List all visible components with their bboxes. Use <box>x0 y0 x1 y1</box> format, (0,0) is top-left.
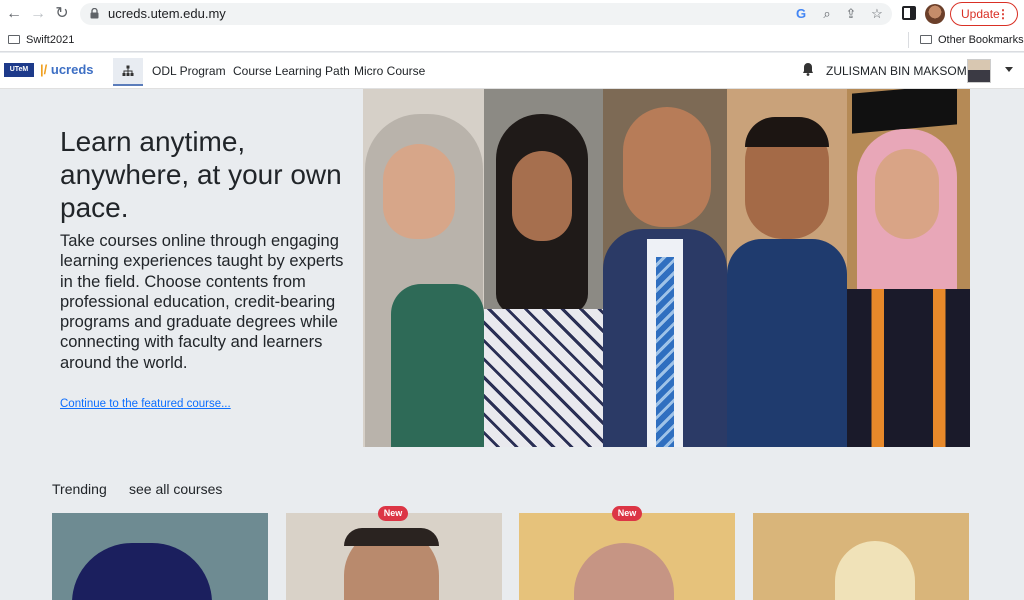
bookmark-folder-swift[interactable]: Swift2021 <box>8 32 74 48</box>
nav-course-learning-path[interactable]: Course Learning Path <box>233 64 350 78</box>
bookmark-star-icon[interactable]: ☆ <box>868 5 886 23</box>
bookmark-label: Swift2021 <box>26 34 75 46</box>
hero-title: Learn anytime, anywhere, at your own pac… <box>60 126 342 223</box>
nav-odl-program[interactable]: ODL Program <box>152 64 226 78</box>
bookmark-label: Other Bookmarks <box>938 34 1024 46</box>
share-icon[interactable]: ⇪ <box>842 5 860 23</box>
featured-course-link[interactable]: Continue to the featured course... <box>60 398 231 410</box>
update-label: Update <box>961 7 1000 21</box>
hero-description: Take courses online through engaging lea… <box>60 232 344 372</box>
google-icon[interactable]: G <box>792 5 810 23</box>
site-header: UTeM |/ ucreds ODL Program Course Learni… <box>0 53 1024 89</box>
lock-icon <box>90 8 99 19</box>
new-badge: New <box>612 506 642 521</box>
hero-photo-2 <box>484 89 603 447</box>
hero-photo-4 <box>727 89 847 447</box>
address-bar[interactable]: ucreds.utem.edu.my G ⌕ ⇪ ☆ <box>80 3 892 25</box>
hero-photo-1 <box>363 89 484 447</box>
url-text[interactable]: ucreds.utem.edu.my <box>108 6 226 21</box>
course-card[interactable] <box>52 513 268 600</box>
nav-micro-course[interactable]: Micro Course <box>354 64 425 78</box>
hero-photo-3 <box>603 89 727 447</box>
org-chart-icon[interactable] <box>113 58 143 86</box>
hero-photo-5 <box>847 89 970 447</box>
more-menu-icon: ⋮ <box>997 7 1009 21</box>
bell-icon[interactable] <box>802 62 814 76</box>
course-card[interactable] <box>519 513 735 600</box>
ucreds-logo-text: ucreds <box>50 62 94 77</box>
folder-icon <box>8 35 20 44</box>
trending-heading: Trending <box>52 481 107 497</box>
user-menu-chevron-down-icon[interactable] <box>1005 67 1013 72</box>
bookmark-folder-other[interactable]: Other Bookmarks <box>920 32 1024 48</box>
update-button[interactable]: Update ⋮ <box>950 2 1018 26</box>
folder-icon <box>920 35 932 44</box>
user-name[interactable]: ZULISMAN BIN MAKSOM - <box>826 64 974 78</box>
course-card[interactable] <box>753 513 969 600</box>
bookmarks-bar: Swift2021 Other Bookmarks <box>0 28 1024 52</box>
utem-logo[interactable]: UTeM <box>4 63 34 77</box>
side-panel-icon[interactable] <box>902 6 916 20</box>
hero-photo-collage <box>363 89 970 447</box>
reload-icon[interactable]: ↻ <box>52 4 72 24</box>
browser-profile-avatar[interactable] <box>925 4 945 24</box>
user-avatar[interactable] <box>967 59 991 83</box>
browser-toolbar: ← → ↻ ucreds.utem.edu.my G ⌕ ⇪ ☆ Update … <box>0 0 1024 28</box>
ucreds-logo[interactable]: |/ ucreds <box>40 62 94 77</box>
zoom-icon[interactable]: ⌕ <box>818 5 836 23</box>
new-badge: New <box>378 506 408 521</box>
forward-arrow-icon[interactable]: → <box>28 4 48 24</box>
back-arrow-icon[interactable]: ← <box>4 4 24 24</box>
course-card[interactable] <box>286 513 502 600</box>
bookmarks-divider <box>908 32 909 48</box>
see-all-courses-link[interactable]: see all courses <box>129 481 222 497</box>
